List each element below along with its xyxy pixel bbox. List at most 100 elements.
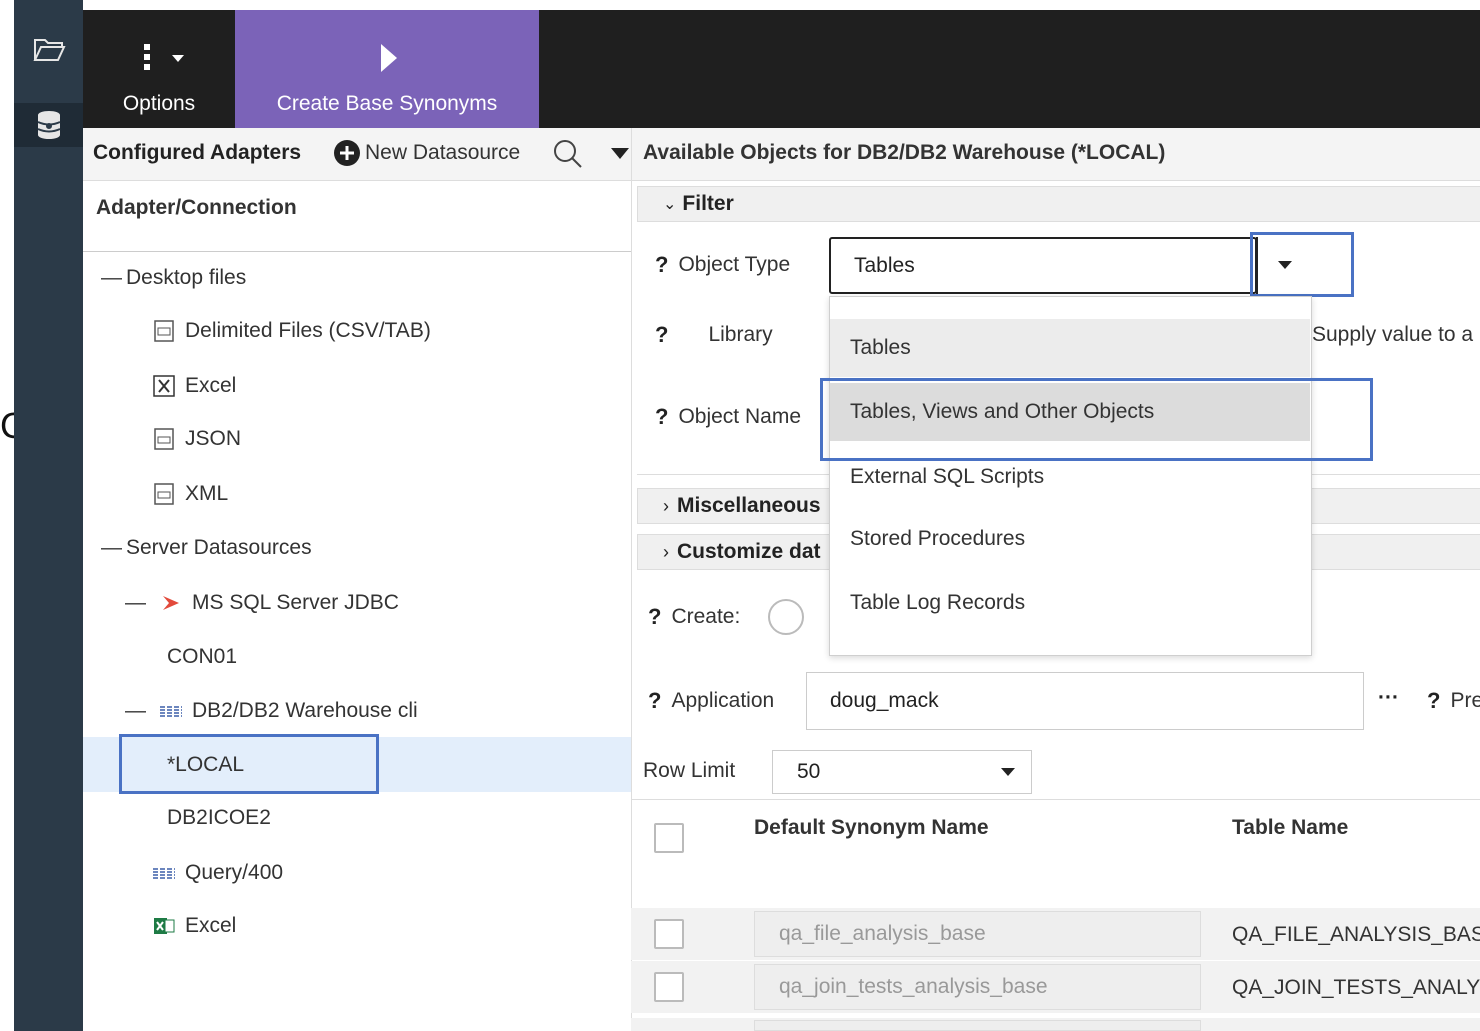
application-input[interactable]: doug_mack: [806, 672, 1364, 730]
row-checkbox[interactable]: [654, 919, 684, 949]
create-label: Create:: [671, 605, 741, 628]
excel-icon: [153, 915, 175, 937]
row-limit-value: 50: [797, 760, 821, 783]
synonym-value: qa_join_tests_analysis_base: [779, 975, 1048, 998]
more-vertical-icon: [144, 44, 184, 70]
tree-item-con01[interactable]: CON01: [167, 641, 237, 673]
help-icon[interactable]: ?: [655, 322, 668, 348]
library-label-group: ? Library: [655, 322, 773, 348]
application-label: Application: [671, 689, 775, 712]
local-highlight-box: [119, 734, 379, 794]
object-type-dropdown-menu: Tables Tables, Views and Other Objects E…: [829, 296, 1312, 656]
table-name-cell: QA_FILE_ANALYSIS_BASE: [1232, 923, 1480, 946]
tree-item-db2[interactable]: — DB2/DB2 Warehouse cli: [125, 695, 418, 727]
collapse-icon: —: [125, 591, 146, 614]
help-icon[interactable]: ?: [655, 404, 668, 430]
folder-icon[interactable]: [14, 30, 83, 70]
synonym-value: qa_file_analysis_base: [779, 922, 986, 945]
clipped-text: C: [0, 405, 14, 446]
adapter-connection-label: Adapter/Connection: [96, 196, 297, 219]
row-limit-select[interactable]: 50: [772, 750, 1032, 794]
option-stored-procedures[interactable]: Stored Procedures: [830, 510, 1310, 568]
tree-label: JSON: [185, 427, 242, 450]
available-objects-title: Available Objects for DB2/DB2 Warehouse …: [643, 141, 1166, 164]
tree-label: DB2/DB2 Warehouse cli: [192, 699, 418, 722]
object-type-value: Tables: [854, 253, 915, 277]
search-icon[interactable]: [552, 138, 584, 170]
browse-button[interactable]: ···: [1378, 686, 1399, 710]
tree-item-delimited-files[interactable]: Delimited Files (CSV/TAB): [153, 315, 431, 347]
synonym-name-input[interactable]: qa_join_tests_analysis_base: [754, 964, 1201, 1010]
customize-label: Customize dat: [677, 540, 821, 563]
help-icon[interactable]: ?: [648, 604, 661, 630]
new-datasource-button[interactable]: New Datasource: [333, 139, 520, 167]
excel-file-icon: [153, 375, 175, 397]
database-settings-icon[interactable]: [14, 103, 83, 147]
chevron-right-icon: ›: [663, 541, 669, 562]
supply-value-hint: Supply value to a: [1312, 323, 1474, 346]
help-icon[interactable]: ?: [1427, 688, 1440, 714]
prefix-label-group: ? Pre: [1427, 688, 1480, 714]
filter-label: Filter: [682, 192, 734, 215]
ibm-icon: [160, 700, 182, 722]
mssql-icon: [160, 592, 182, 614]
tree-item-xml[interactable]: XML: [153, 478, 228, 510]
adapter-connection-column-header: Adapter/Connection: [83, 181, 631, 252]
create-label-group: ? Create:: [648, 604, 740, 630]
tree-label: XML: [185, 482, 229, 505]
tree-item-mssql[interactable]: — MS SQL Server JDBC: [125, 587, 399, 619]
col-default-synonym-name: Default Synonym Name: [754, 816, 989, 839]
add-circle-icon: [334, 140, 360, 166]
tree-item-db2icoe2[interactable]: DB2ICOE2: [167, 802, 271, 834]
collapse-icon: —: [125, 699, 146, 722]
tree-item-query400[interactable]: Query/400: [153, 857, 283, 889]
table-name-cell: QA_JOIN_TESTS_ANALYSIS: [1232, 976, 1480, 999]
tree-label: CON01: [167, 645, 238, 668]
tree-item-excel-server[interactable]: Excel: [153, 910, 236, 942]
option-table-log-records[interactable]: Table Log Records: [830, 574, 1310, 632]
tree-item-json[interactable]: JSON: [153, 423, 241, 455]
select-all-checkbox[interactable]: [654, 823, 684, 853]
synonym-name-input[interactable]: [754, 1020, 1201, 1031]
collapse-icon: —: [101, 536, 122, 559]
row-limit-label: Row Limit: [643, 759, 736, 782]
library-label: Library: [708, 323, 773, 346]
caret-down-icon: [1001, 768, 1015, 776]
object-type-label-group: ? Object Type: [655, 252, 790, 278]
tree-label: Desktop files: [126, 266, 247, 289]
create-label: Create Base Synonyms: [276, 92, 498, 115]
col-table-name: Table Name: [1232, 816, 1349, 839]
object-type-select[interactable]: Tables: [829, 237, 1257, 294]
panel-divider: [631, 180, 632, 1031]
synonym-name-input[interactable]: qa_file_analysis_base: [754, 911, 1201, 957]
object-name-label: Object Name: [678, 405, 801, 428]
help-icon[interactable]: ?: [648, 688, 661, 714]
tree-item-desktop-files[interactable]: — Desktop files: [101, 262, 246, 294]
chevron-right-icon: ›: [663, 495, 669, 516]
options-label: Options: [122, 92, 196, 115]
help-icon[interactable]: ?: [655, 252, 668, 278]
row-checkbox[interactable]: [654, 972, 684, 1002]
object-type-label: Object Type: [678, 253, 791, 276]
tree-label: DB2ICOE2: [167, 806, 271, 829]
tree-label: Excel: [185, 914, 237, 937]
ibm-icon: [153, 862, 175, 884]
create-radio[interactable]: [768, 599, 804, 635]
filter-section-header[interactable]: ⌄ Filter: [637, 186, 1480, 222]
csv-file-icon: [153, 320, 175, 342]
tree-item-server-datasources[interactable]: — Server Datasources: [101, 532, 312, 564]
tree-item-excel[interactable]: Excel: [153, 370, 236, 402]
create-base-synonyms-button[interactable]: Create Base Synonyms: [235, 10, 539, 128]
new-datasource-label: New Datasource: [365, 141, 521, 164]
tree-label: Excel: [185, 374, 237, 397]
tree-label: Delimited Files (CSV/TAB): [185, 319, 431, 342]
available-objects-header: Available Objects for DB2/DB2 Warehouse …: [631, 128, 1480, 181]
tree-label: MS SQL Server JDBC: [192, 591, 399, 614]
xml-file-icon: [153, 483, 175, 505]
configured-adapters-header: Configured Adapters New Datasource: [83, 128, 631, 181]
option-highlight-box: [820, 378, 1373, 461]
option-tables[interactable]: Tables: [830, 319, 1310, 377]
json-file-icon: [153, 428, 175, 450]
chevron-down-icon[interactable]: [611, 148, 629, 160]
options-button[interactable]: Options: [83, 10, 235, 128]
